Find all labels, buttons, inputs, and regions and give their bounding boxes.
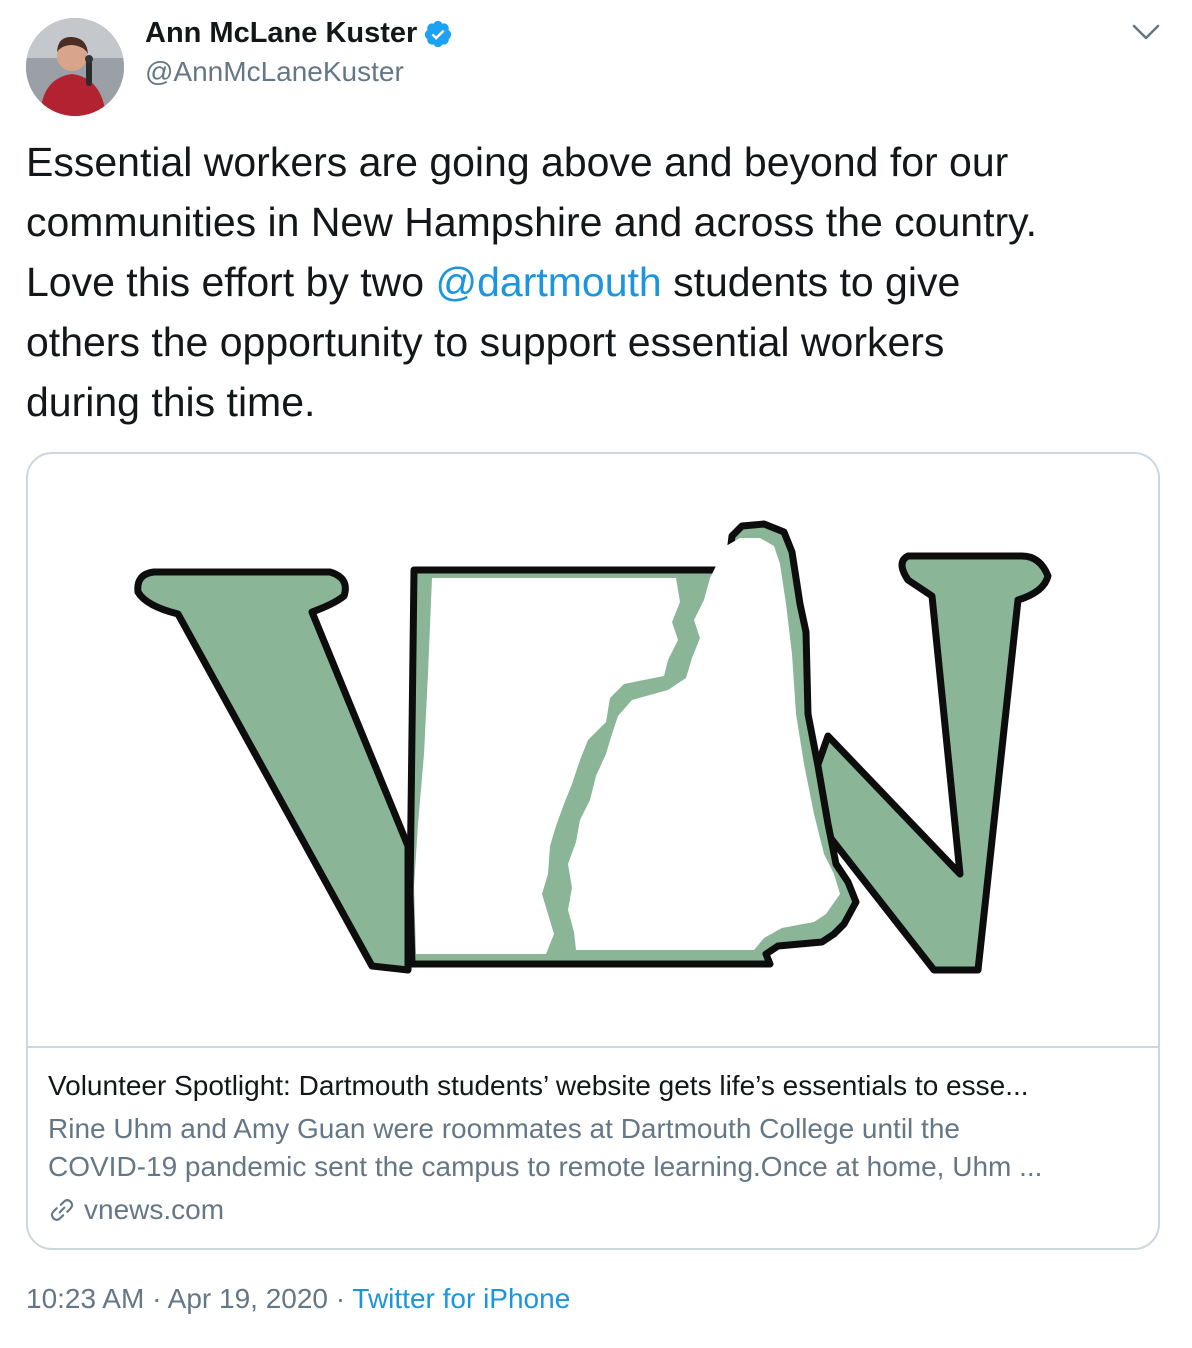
card-divider	[28, 1046, 1158, 1048]
link-icon	[50, 1199, 74, 1221]
card-domain-text[interactable]: vnews.com	[84, 1194, 224, 1226]
card-description-line: COVID-19 pandemic sent the campus to rem…	[48, 1151, 1043, 1182]
tweet-time[interactable]: 10:23 AM	[26, 1283, 144, 1314]
vn-logo-image	[134, 520, 1052, 974]
tweet-meta: 10:23 AM · Apr 19, 2020 · Twitter for iP…	[26, 1283, 570, 1315]
tweet-text: Essential workers are going above and be…	[26, 132, 1166, 432]
tweet-text-segment: students to give	[661, 259, 961, 305]
verified-badge-icon	[425, 20, 452, 47]
chevron-down-icon[interactable]	[1130, 18, 1162, 46]
meta-separator: ·	[328, 1283, 353, 1314]
meta-separator: ·	[144, 1283, 168, 1314]
tweet-text-line: Essential workers are going above and be…	[26, 139, 1009, 185]
tweet-date[interactable]: Apr 19, 2020	[168, 1283, 328, 1314]
card-title[interactable]: Volunteer Spotlight: Dartmouth students’…	[48, 1070, 1138, 1102]
link-preview-card[interactable]: Volunteer Spotlight: Dartmouth students’…	[26, 452, 1160, 1250]
mention-link[interactable]: @dartmouth	[435, 259, 661, 305]
tweet-text-line: during this time.	[26, 379, 316, 425]
card-description-line: Rine Uhm and Amy Guan were roommates at …	[48, 1113, 960, 1144]
tweet-source-link[interactable]: Twitter for iPhone	[352, 1283, 570, 1314]
avatar-photo	[26, 18, 124, 116]
tweet-text-line: others the opportunity to support essent…	[26, 319, 945, 365]
card-domain[interactable]: vnews.com	[48, 1194, 224, 1226]
author-name-text[interactable]: Ann McLane Kuster	[145, 17, 417, 50]
tweet-text-line: communities in New Hampshire and across …	[26, 199, 1037, 245]
card-description: Rine Uhm and Amy Guan were roommates at …	[48, 1110, 1140, 1186]
tweet-text-segment: Love this effort by two	[26, 259, 436, 305]
author-handle[interactable]: @AnnMcLaneKuster	[145, 56, 404, 88]
avatar[interactable]	[26, 18, 124, 116]
author-name[interactable]: Ann McLane Kuster	[145, 17, 453, 50]
tweet-text-line: Love this effort by two @dartmouth stude…	[26, 252, 1166, 312]
